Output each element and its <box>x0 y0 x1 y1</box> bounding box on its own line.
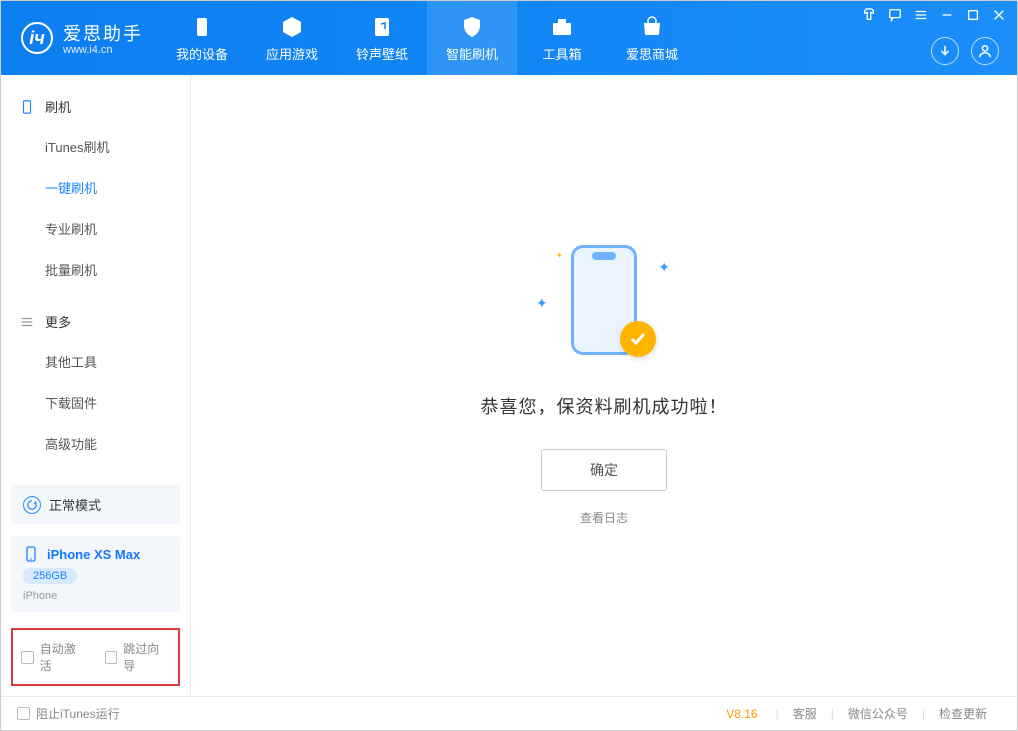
sparkle-icon: ✦ <box>556 251 563 260</box>
nav-label: 我的设备 <box>176 44 228 63</box>
nav-toolbox[interactable]: 工具箱 <box>517 1 607 75</box>
checkbox-icon <box>17 707 30 720</box>
nav-apps-games[interactable]: 应用游戏 <box>247 1 337 75</box>
nav-label: 智能刷机 <box>446 44 498 63</box>
nav-label: 爱思商城 <box>626 44 678 63</box>
sidebar-section-more: 更多 <box>1 302 190 341</box>
success-illustration: ✦ ✦ ✦ <box>544 245 664 365</box>
success-message: 恭喜您，保资料刷机成功啦！ <box>481 393 728 419</box>
ok-button[interactable]: 确定 <box>541 449 667 491</box>
capacity-badge: 256GB <box>23 568 77 584</box>
sidebar-item-download-fw[interactable]: 下载固件 <box>1 382 190 423</box>
music-icon <box>369 14 395 40</box>
nav-smart-flash[interactable]: 智能刷机 <box>427 1 517 75</box>
phone-icon <box>19 99 35 115</box>
view-log-link[interactable]: 查看日志 <box>580 509 628 526</box>
app-url: www.i4.cn <box>63 44 143 56</box>
window-controls <box>861 7 1007 23</box>
nav-label: 工具箱 <box>542 44 581 63</box>
footer-link-service[interactable]: 客服 <box>779 705 831 722</box>
sidebar-item-pro-flash[interactable]: 专业刷机 <box>1 208 190 249</box>
nav-label: 铃声壁纸 <box>356 44 408 63</box>
cube-icon <box>279 14 305 40</box>
sidebar-item-advanced[interactable]: 高级功能 <box>1 423 190 464</box>
logo-icon: iч <box>21 22 53 54</box>
footer-link-update[interactable]: 检查更新 <box>925 705 1001 722</box>
app-logo: iч 爱思助手 www.i4.cn <box>1 20 157 56</box>
mode-label: 正常模式 <box>49 495 101 514</box>
section-title: 更多 <box>45 312 71 331</box>
footer-link-wechat[interactable]: 微信公众号 <box>834 705 922 722</box>
header-actions <box>931 37 999 65</box>
device-icon <box>23 546 39 562</box>
device-mode-box[interactable]: 正常模式 <box>11 485 180 524</box>
check-badge-icon <box>620 321 656 357</box>
sidebar-item-batch-flash[interactable]: 批量刷机 <box>1 249 190 290</box>
checkbox-icon <box>105 651 118 664</box>
sparkle-icon: ✦ <box>536 295 548 312</box>
sidebar-section-flash: 刷机 <box>1 87 190 126</box>
shield-icon <box>459 14 485 40</box>
nav-my-device[interactable]: 我的设备 <box>157 1 247 75</box>
maximize-button[interactable] <box>965 7 981 23</box>
title-bar: iч 爱思助手 www.i4.cn 我的设备 应用游戏 铃声壁纸 智能刷机 工具… <box>1 1 1017 75</box>
list-icon <box>19 314 35 330</box>
sparkle-icon: ✦ <box>658 259 670 276</box>
minimize-button[interactable] <box>939 7 955 23</box>
device-icon <box>189 14 215 40</box>
checkbox-icon <box>21 651 34 664</box>
checkbox-auto-activate[interactable]: 自动激活 <box>21 640 87 674</box>
close-button[interactable] <box>991 7 1007 23</box>
sidebar-item-oneclick-flash[interactable]: 一键刷机 <box>1 167 190 208</box>
toolbox-icon <box>549 14 575 40</box>
checkbox-label: 阻止iTunes运行 <box>36 705 120 722</box>
checkbox-block-itunes[interactable]: 阻止iTunes运行 <box>17 705 120 722</box>
section-title: 刷机 <box>45 97 71 116</box>
checkbox-skip-guide[interactable]: 跳过向导 <box>105 640 171 674</box>
device-info-box[interactable]: iPhone XS Max 256GB iPhone <box>11 536 180 612</box>
nav-label: 应用游戏 <box>266 44 318 63</box>
app-name: 爱思助手 <box>63 20 143 46</box>
user-button[interactable] <box>971 37 999 65</box>
sidebar: 刷机 iTunes刷机 一键刷机 专业刷机 批量刷机 更多 其他工具 下载固件 … <box>1 75 191 696</box>
store-icon <box>639 14 665 40</box>
checkbox-label: 自动激活 <box>40 640 87 674</box>
flash-options-highlight: 自动激活 跳过向导 <box>11 628 180 686</box>
device-name: iPhone XS Max <box>47 547 140 562</box>
nav-store[interactable]: 爱思商城 <box>607 1 697 75</box>
refresh-icon <box>23 496 41 514</box>
device-type: iPhone <box>23 590 168 602</box>
menu-icon[interactable] <box>913 7 929 23</box>
sidebar-item-other-tools[interactable]: 其他工具 <box>1 341 190 382</box>
feedback-icon[interactable] <box>887 7 903 23</box>
download-button[interactable] <box>931 37 959 65</box>
main-content: ✦ ✦ ✦ 恭喜您，保资料刷机成功啦！ 确定 查看日志 <box>191 75 1017 696</box>
skin-icon[interactable] <box>861 7 877 23</box>
version-label: V8.16 <box>726 707 757 721</box>
status-bar: 阻止iTunes运行 V8.16 | 客服 | 微信公众号 | 检查更新 <box>1 696 1017 730</box>
nav-ringtones[interactable]: 铃声壁纸 <box>337 1 427 75</box>
main-nav: 我的设备 应用游戏 铃声壁纸 智能刷机 工具箱 爱思商城 <box>157 1 697 75</box>
sidebar-item-itunes-flash[interactable]: iTunes刷机 <box>1 126 190 167</box>
checkbox-label: 跳过向导 <box>123 640 170 674</box>
